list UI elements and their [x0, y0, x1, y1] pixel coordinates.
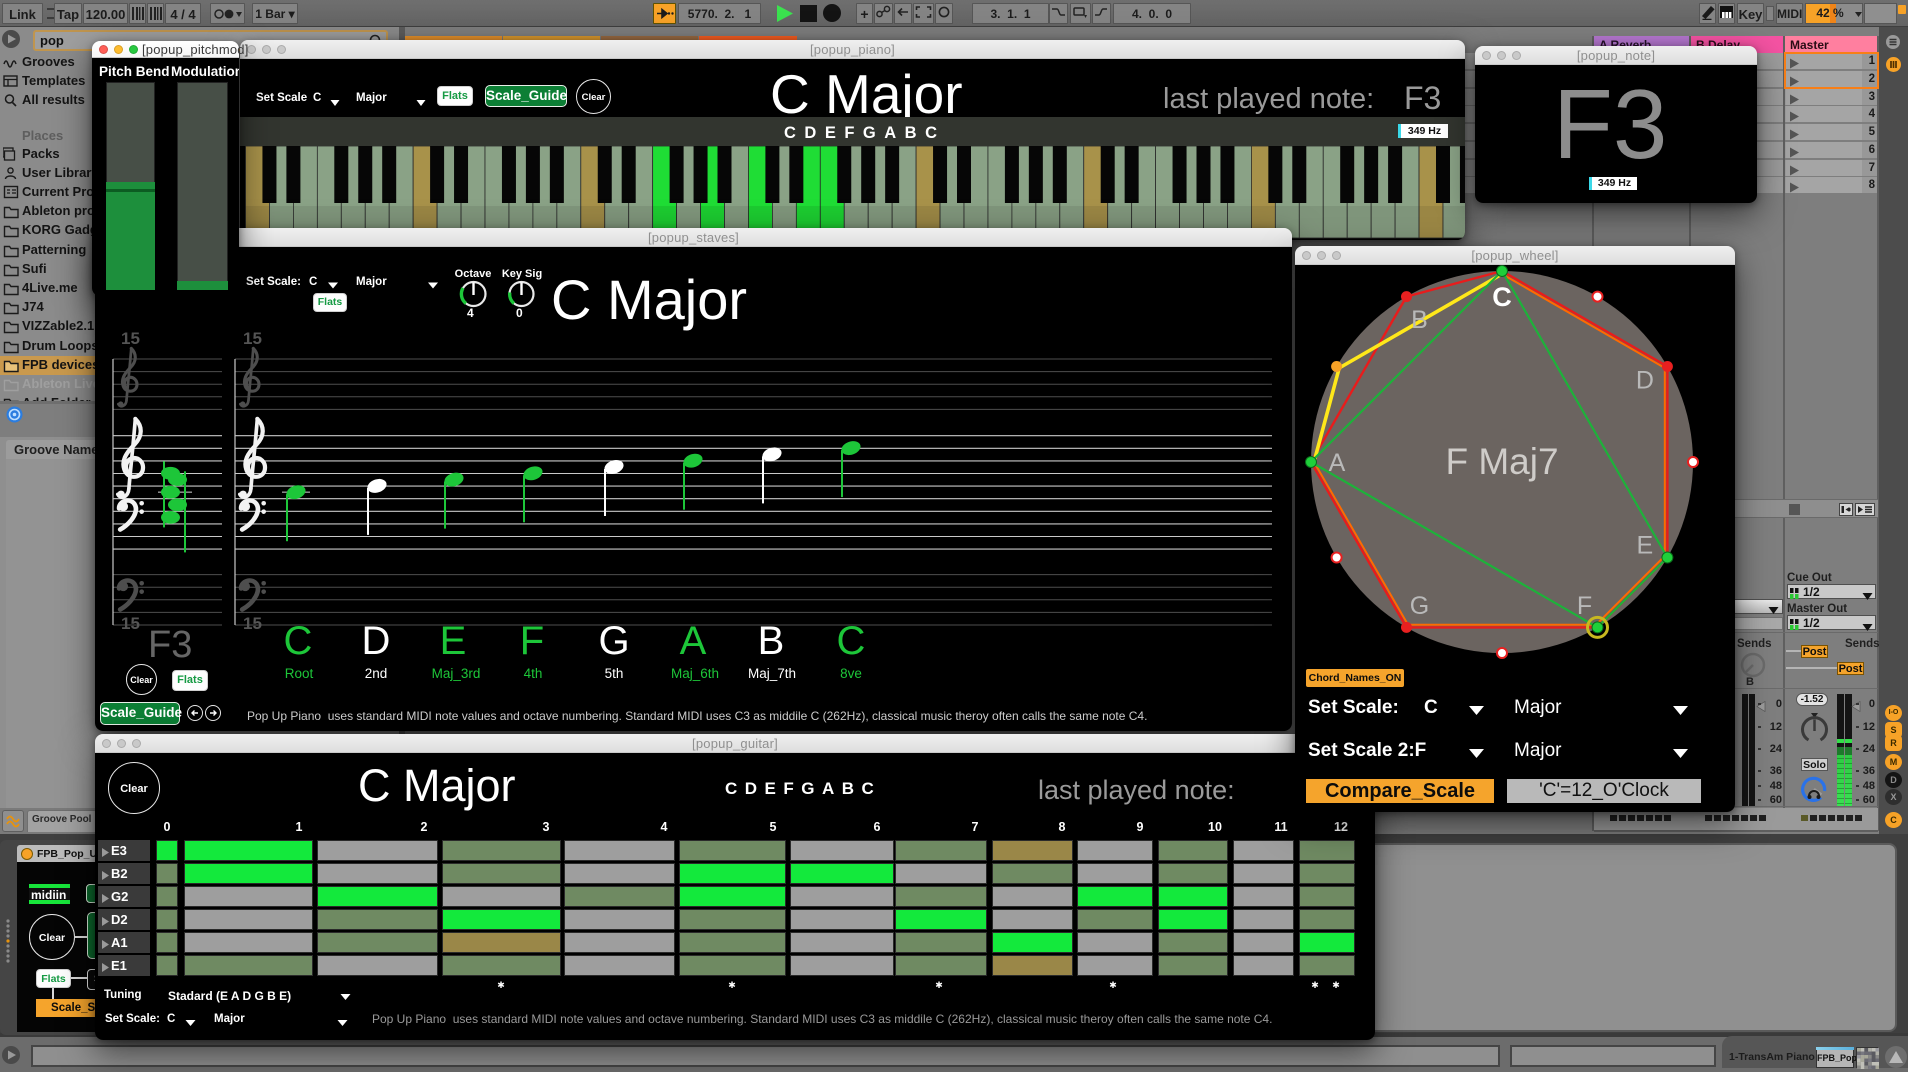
svg-text:G: G	[1410, 592, 1429, 620]
svg-text:C: C	[1492, 282, 1512, 312]
svg-text:E: E	[1637, 532, 1654, 560]
svg-text:B: B	[1411, 306, 1428, 334]
svg-text:15: 15	[121, 329, 140, 348]
svg-text:15: 15	[243, 614, 262, 633]
svg-text:A: A	[1329, 449, 1346, 477]
svg-text:15: 15	[121, 614, 140, 633]
svg-text:D: D	[1636, 367, 1654, 395]
svg-text:F Maj7: F Maj7	[1445, 441, 1558, 482]
svg-text:15: 15	[243, 329, 262, 348]
svg-text:F: F	[1577, 592, 1592, 620]
